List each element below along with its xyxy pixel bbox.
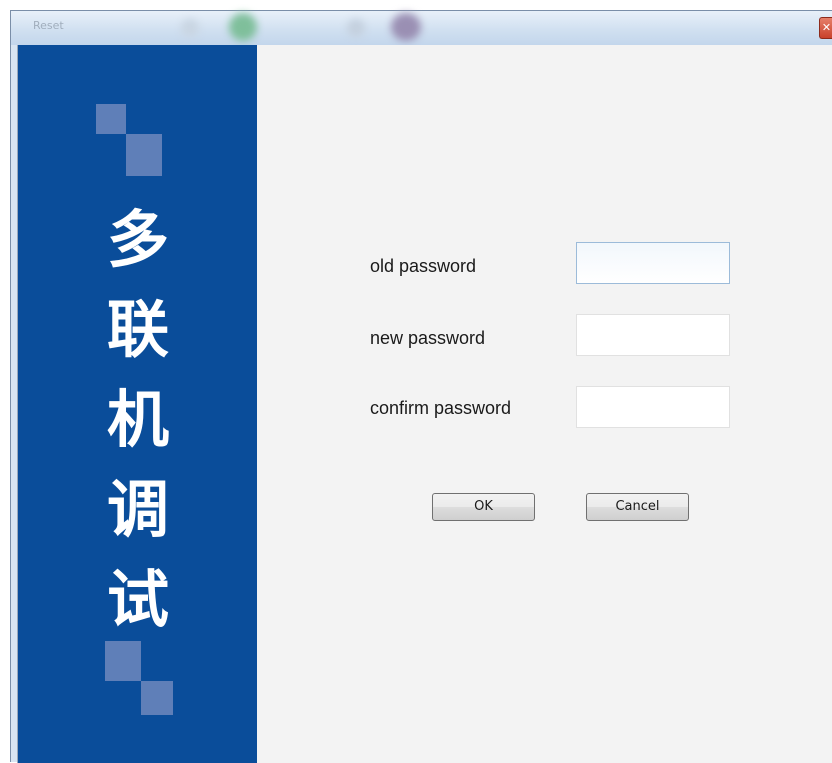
banner-title-char: 多 [106,203,169,276]
taskbar-ghost-icon [347,19,365,37]
app-window: Reset ✕ 多 联 机 调 试 old password new passw… [10,10,832,763]
cancel-button[interactable]: Cancel [586,493,689,521]
close-button[interactable]: ✕ [819,17,832,39]
decorative-square [96,104,126,134]
banner-title-char: 试 [106,563,169,636]
decorative-square [126,134,162,176]
title-bar[interactable]: Reset ✕ [11,11,832,45]
banner-title-char: 机 [106,383,169,456]
ok-button[interactable]: OK [432,493,535,521]
dialog-client-area: 多 联 机 调 试 old password new password conf… [17,45,832,763]
taskbar-ghost-icon [229,13,257,41]
new-password-label: new password [370,328,486,348]
confirm-password-label: confirm password [370,398,512,418]
banner-title-char: 联 [106,293,169,366]
taskbar-ghost-icon [181,19,199,37]
old-password-input[interactable] [576,242,730,284]
side-banner: 多 联 机 调 试 [18,45,257,763]
taskbar-ghost-icon [391,13,421,41]
banner-title: 多 联 机 调 试 [98,195,178,645]
old-password-label: old password [370,256,477,276]
close-icon: ✕ [821,21,832,34]
new-password-input[interactable] [576,314,730,356]
decorative-square [141,681,173,715]
window-title: Reset [33,19,64,32]
confirm-password-input[interactable] [576,386,730,428]
banner-title-char: 调 [106,473,169,546]
decorative-square [105,641,141,681]
